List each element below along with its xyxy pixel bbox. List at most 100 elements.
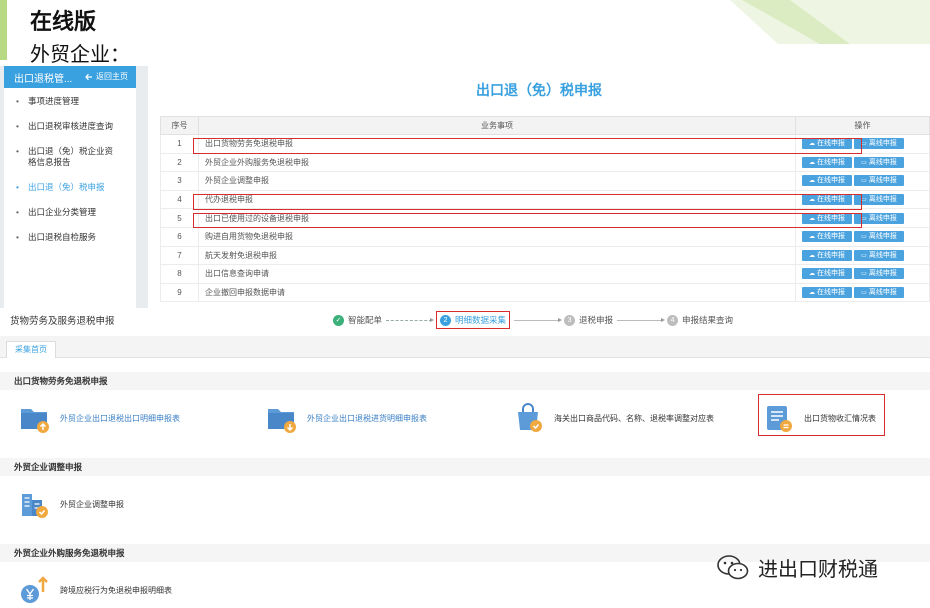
check-icon: ✓: [333, 314, 344, 326]
folder-upload-icon: [21, 409, 49, 433]
slide-corner-decoration: [730, 0, 930, 44]
wechat-icon: [717, 554, 749, 579]
yen-upload-icon: [21, 576, 48, 603]
module-export-detail[interactable]: 外贸企业出口退税出口明细申报表: [18, 402, 180, 434]
table-header-row: 序号 业务事项 操作: [160, 116, 930, 135]
slide-subtitle: 外贸企业：: [30, 42, 130, 66]
online-declare-button[interactable]: ☁ 在线申报: [802, 175, 852, 187]
offline-declare-button[interactable]: ▭ 离线申报: [854, 156, 904, 168]
top-screenshot-panel: 出口退税管... 返回主页 事项进度管理 出口退税审核进度查询 出口退（免）税企…: [0, 66, 930, 308]
sidebar-item-progress[interactable]: 事项进度管理: [4, 96, 136, 107]
sidebar-item-qualification[interactable]: 出口退（免）税企业资格信息报告: [4, 146, 122, 168]
building-check-icon: [22, 494, 48, 518]
step-number: 2: [440, 314, 452, 326]
monitor-icon: ▭: [861, 159, 867, 166]
offline-declare-button[interactable]: ▭ 离线申报: [854, 249, 904, 261]
sidebar-item-declaration[interactable]: 出口退（免）税申报: [4, 182, 136, 193]
row-item-name: 外贸企业外购服务免退税申报: [198, 152, 796, 173]
sidebar-item-label: 出口退（免）税申报: [28, 182, 105, 192]
offline-declare-label: 离线申报: [868, 177, 897, 185]
collect-title: 货物劳务及服务退税申报: [10, 316, 115, 327]
offline-declare-label: 离线申报: [868, 196, 897, 204]
module-customs-code[interactable]: 海关出口商品代码、名称、退税率调整对应表: [512, 402, 714, 434]
cloud-icon: ☁: [809, 234, 815, 241]
tab-collect-home[interactable]: 采集首页: [6, 341, 56, 358]
sidebar-title: 出口退税管...: [14, 73, 73, 85]
row-number: 4: [160, 189, 199, 210]
sidebar-item-self-check[interactable]: 出口退税自检服务: [4, 232, 136, 243]
offline-declare-label: 离线申报: [868, 158, 897, 166]
offline-declare-button[interactable]: ▭ 离线申报: [854, 268, 904, 280]
row-actions: ☁ 在线申报 ▭ 离线申报: [795, 171, 930, 191]
declaration-panel: 出口退（免）税申报 序号 业务事项 操作 1 出口货物劳务免退税申报 ☁ 在线申报 ▭ 离…: [148, 66, 930, 308]
declaration-title: 出口退（免）税申报: [476, 82, 602, 98]
online-declare-button[interactable]: ☁ 在线申报: [802, 268, 852, 280]
step-number: 4: [667, 314, 679, 326]
module-forex-receipt[interactable]: 出口货物收汇情况表: [762, 402, 876, 434]
row-actions: ☁ 在线申报 ▭ 离线申报: [795, 245, 930, 266]
row-number: 2: [160, 152, 199, 173]
online-declare-button[interactable]: ☁ 在线申报: [802, 194, 852, 206]
offline-declare-label: 离线申报: [868, 214, 897, 222]
offline-declare-label: 离线申报: [868, 251, 897, 259]
back-home-link[interactable]: 返回主页: [85, 71, 128, 82]
online-declare-label: 在线申报: [817, 196, 845, 204]
monitor-icon: ▭: [861, 197, 867, 204]
module-label: 海关出口商品代码、名称、退税率调整对应表: [554, 413, 714, 423]
slide-accent-bar: [0, 0, 7, 60]
step-result-query[interactable]: 4 申报结果查询: [667, 314, 733, 326]
module-adjust[interactable]: 外贸企业调整申报: [18, 488, 124, 520]
monitor-icon: ▭: [861, 290, 867, 297]
wechat-watermark: 进出口财税通: [716, 553, 878, 582]
step-label: 申报结果查询: [682, 315, 734, 325]
offline-declare-label: 离线申报: [868, 289, 897, 297]
row-actions: ☁ 在线申报 ▭ 离线申报: [795, 134, 930, 154]
sidebar-item-audit-query[interactable]: 出口退税审核进度查询: [4, 121, 136, 132]
step-tax-declare[interactable]: 3 退税申报: [564, 314, 613, 326]
sidebar-item-label: 出口退税审核进度查询: [28, 121, 114, 131]
online-declare-label: 在线申报: [817, 251, 845, 259]
row-number: 6: [160, 226, 199, 247]
header-ops: 操作: [795, 116, 930, 135]
online-declare-button[interactable]: ☁ 在线申报: [802, 249, 852, 261]
cloud-icon: ☁: [809, 271, 815, 278]
table-row: 6 购进自用货物免退税申报 ☁ 在线申报 ▭ 离线申报: [160, 226, 930, 247]
online-declare-button[interactable]: ☁ 在线申报: [802, 231, 852, 243]
module-label: 外贸企业出口退税进货明细申报表: [307, 413, 427, 423]
online-declare-button[interactable]: ☁ 在线申报: [802, 138, 852, 150]
online-declare-label: 在线申报: [817, 214, 845, 222]
cloud-icon: ☁: [809, 215, 815, 222]
row-number: 7: [160, 245, 199, 266]
monitor-icon: ▭: [861, 141, 867, 148]
online-declare-button[interactable]: ☁ 在线申报: [802, 287, 852, 299]
online-declare-label: 在线申报: [817, 158, 845, 166]
row-item-name: 代办退税申报: [198, 189, 796, 210]
header-item: 业务事项: [198, 116, 796, 135]
step-smart-match[interactable]: ✓ 智能配单: [333, 314, 382, 326]
offline-declare-button[interactable]: ▭ 离线申报: [854, 194, 904, 206]
online-declare-label: 在线申报: [817, 270, 845, 278]
row-number: 3: [160, 171, 199, 191]
offline-declare-button[interactable]: ▭ 离线申报: [854, 138, 904, 150]
row-item-name: 航天发射免退税申报: [198, 245, 796, 266]
module-label: 外贸企业出口退税出口明细申报表: [60, 413, 180, 423]
offline-declare-button[interactable]: ▭ 离线申报: [854, 175, 904, 187]
offline-declare-button[interactable]: ▭ 离线申报: [854, 212, 904, 224]
row-item-name: 出口信息查询申请: [198, 264, 796, 284]
table-row: 8 出口信息查询申请 ☁ 在线申报 ▭ 离线申报: [160, 264, 930, 284]
sidebar-item-classification[interactable]: 出口企业分类管理: [4, 207, 136, 218]
table-row: 7 航天发射免退税申报 ☁ 在线申报 ▭ 离线申报: [160, 245, 930, 266]
module-cross-border[interactable]: 跨境应税行为免退税申报明细表: [18, 574, 172, 606]
module-purchase-detail[interactable]: 外贸企业出口退税进货明细申报表: [265, 402, 427, 434]
online-declare-label: 在线申报: [817, 233, 845, 241]
online-declare-button[interactable]: ☁ 在线申报: [802, 156, 852, 168]
offline-declare-button[interactable]: ▭ 离线申报: [854, 287, 904, 299]
offline-declare-button[interactable]: ▭ 离线申报: [854, 231, 904, 243]
section-adjust: 外贸企业调整申报: [0, 458, 930, 476]
row-item-name: 外贸企业调整申报: [198, 171, 796, 191]
step-detail-collect[interactable]: 2 明细数据采集: [436, 311, 511, 329]
online-declare-button[interactable]: ☁ 在线申报: [802, 212, 852, 224]
offline-declare-label: 离线申报: [868, 140, 897, 148]
row-actions: ☁ 在线申报 ▭ 离线申报: [795, 152, 930, 173]
step-connector: [514, 317, 563, 322]
